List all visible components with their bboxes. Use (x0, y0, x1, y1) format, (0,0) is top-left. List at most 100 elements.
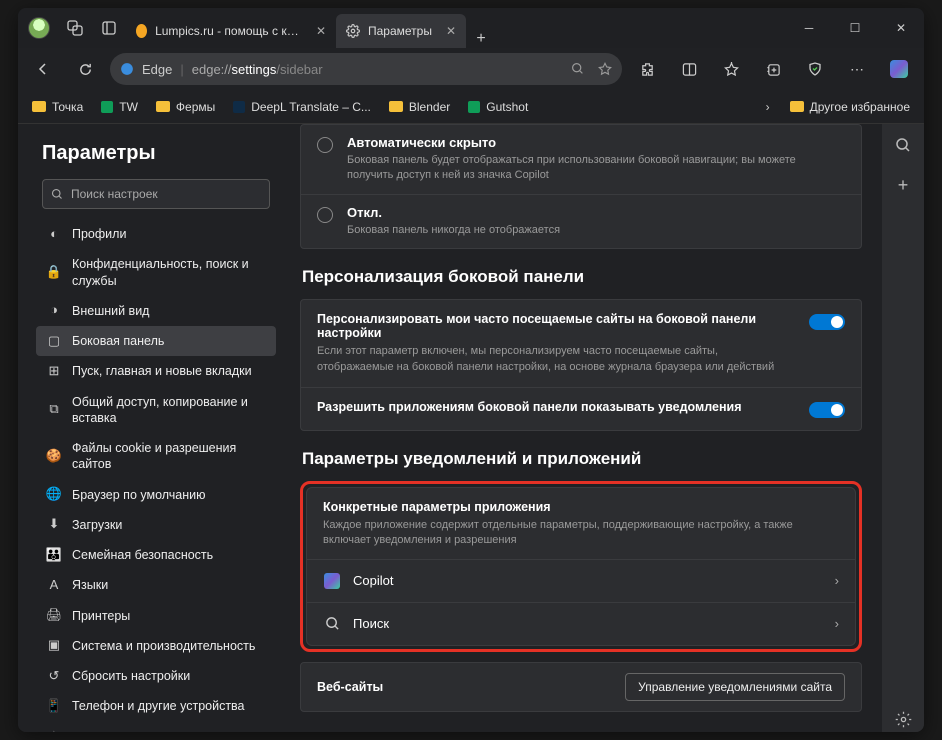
collections-icon[interactable] (756, 52, 790, 86)
close-window-button[interactable]: ✕ (878, 8, 924, 48)
window-controls: ─ ☐ ✕ (786, 8, 924, 48)
bookmark-label: Другое избранное (810, 100, 910, 114)
app-row-copilot[interactable]: Copilot › (307, 560, 855, 603)
nav-item-13[interactable]: ↺Сбросить настройки (36, 661, 276, 691)
maximize-button[interactable]: ☐ (832, 8, 878, 48)
more-menu-icon[interactable]: ⋯ (840, 52, 874, 86)
nav-item-6[interactable]: 🍪Файлы cookie и разрешения сайтов (36, 433, 276, 480)
minimize-button[interactable]: ─ (786, 8, 832, 48)
search-in-page-icon[interactable] (571, 62, 584, 76)
toggle-title: Персонализировать мои часто посещаемые с… (317, 312, 795, 340)
tab-lumpics[interactable]: Lumpics.ru - помощь с компьют… ✕ (126, 14, 336, 48)
new-tab-button[interactable]: + (466, 30, 496, 48)
nav-label: Браузер по умолчанию (72, 487, 266, 503)
bookmark-item[interactable]: Blender (383, 97, 456, 117)
split-screen-icon[interactable] (672, 52, 706, 86)
nav-item-9[interactable]: 👪Семейная безопасность (36, 540, 276, 570)
other-bookmarks[interactable]: Другое избранное (784, 97, 916, 117)
radio-desc: Боковая панель будет отображаться при ис… (347, 153, 845, 184)
close-icon[interactable]: ✕ (316, 24, 326, 38)
copilot-icon[interactable] (882, 52, 916, 86)
bookmark-item[interactable]: Точка (26, 97, 89, 117)
refresh-button[interactable] (68, 52, 102, 86)
nav-label: Специальные возможности (72, 729, 266, 733)
app-label: Поиск (353, 616, 389, 631)
nav-label: Загрузки (72, 517, 266, 533)
section-heading-personalize: Персонализация боковой панели (302, 267, 862, 287)
nav-item-12[interactable]: ▣Система и производительность (36, 631, 276, 661)
nav-item-8[interactable]: ⬇Загрузки (36, 510, 276, 540)
favorite-icon[interactable] (598, 62, 612, 76)
websites-label: Веб-сайты (317, 680, 625, 694)
address-bar[interactable]: Edge | edge://settings/sidebar (110, 53, 622, 85)
radio-icon (317, 207, 333, 223)
nav-item-7[interactable]: 🌐 Браузер по умолчанию (36, 480, 276, 510)
radio-auto-hide[interactable]: Автоматически скрыто Боковая панель буде… (301, 125, 861, 195)
nav-item-5[interactable]: ⧉ Общий доступ, копирование и вставка (36, 387, 276, 434)
radio-icon (317, 137, 333, 153)
extensions-icon[interactable] (630, 52, 664, 86)
app-row-search[interactable]: Поиск › (307, 603, 855, 645)
toggle-desc: Если этот параметр включен, мы персонали… (317, 344, 795, 375)
bookmark-item[interactable]: Gutshot (462, 97, 534, 117)
nav-icon: 🌐 (46, 487, 62, 503)
nav-item-3[interactable]: ▢Боковая панель (36, 326, 276, 356)
sidebar-add-icon[interactable]: + (890, 172, 916, 198)
close-icon[interactable]: ✕ (446, 24, 456, 38)
folder-icon (790, 101, 804, 112)
nav-label: Принтеры (72, 608, 266, 624)
settings-search-input[interactable]: Поиск настроек (42, 179, 270, 209)
folder-icon (389, 101, 403, 112)
specific-desc: Каждое приложение содержит отдельные пар… (323, 518, 839, 549)
brand-label: Edge (142, 62, 172, 77)
vertical-tabs-icon[interactable] (100, 19, 118, 37)
settings-sidebar: Параметры Поиск настроек ◐Профили🔒Конфид… (18, 124, 286, 732)
bookmarks-overflow-icon[interactable]: › (758, 100, 778, 114)
nav-icon: ⧉ (46, 402, 62, 418)
toggle-switch[interactable] (809, 314, 845, 330)
edge-sidebar: + (882, 124, 924, 732)
bookmark-item[interactable]: TW (95, 97, 144, 117)
tab-settings[interactable]: Параметры ✕ (336, 14, 466, 48)
nav-icon: ◑ (46, 303, 62, 319)
bookmark-label: TW (119, 100, 138, 114)
nav-icon: ✦ (46, 729, 62, 732)
tab-label: Lumpics.ru - помощь с компьют… (155, 24, 302, 38)
nav-item-1[interactable]: 🔒Конфиденциальность, поиск и службы (36, 249, 276, 296)
toolbar: Edge | edge://settings/sidebar ⋯ (18, 48, 924, 90)
manage-notifications-button[interactable]: Управление уведомлениями сайта (625, 673, 845, 701)
nav-item-11[interactable]: 🖨Принтеры (36, 601, 276, 631)
toggle-switch[interactable] (809, 402, 845, 418)
bookmark-item[interactable]: DeepL Translate – C... (227, 97, 377, 117)
search-icon (51, 188, 63, 200)
sidebar-settings-icon[interactable] (890, 706, 916, 732)
nav-icon: A (46, 577, 62, 593)
bookmark-item[interactable]: Фермы (150, 97, 221, 117)
nav-label: Общий доступ, копирование и вставка (72, 394, 266, 427)
browser-essentials-icon[interactable] (798, 52, 832, 86)
radio-off[interactable]: Откл. Боковая панель никогда не отобража… (301, 195, 861, 248)
nav-item-0[interactable]: ◐Профили (36, 219, 276, 249)
nav-item-10[interactable]: AЯзыки (36, 570, 276, 600)
nav-icon: ▢ (46, 333, 62, 349)
nav-label: Конфиденциальность, поиск и службы (72, 256, 266, 289)
url-path: /sidebar (276, 62, 322, 77)
sidebar-search-icon[interactable] (890, 132, 916, 158)
edge-icon (120, 62, 134, 76)
nav-item-2[interactable]: ◑Внешний вид (36, 296, 276, 326)
nav-item-4[interactable]: ⊞Пуск, главная и новые вкладки (36, 356, 276, 386)
specific-title: Конкретные параметры приложения (323, 500, 839, 514)
back-button[interactable] (26, 52, 60, 86)
nav-label: Пуск, главная и новые вкладки (72, 363, 266, 379)
bookmark-label: Blender (409, 100, 450, 114)
favorites-icon[interactable] (714, 52, 748, 86)
nav-item-15[interactable]: ✦ Специальные возможности (36, 722, 276, 733)
search-icon (323, 615, 341, 633)
workspaces-icon[interactable] (66, 19, 84, 37)
nav-item-14[interactable]: 📱Телефон и другие устройства (36, 691, 276, 721)
nav-icon: 🍪 (46, 448, 62, 464)
profile-avatar[interactable] (28, 17, 50, 39)
folder-icon (32, 101, 46, 112)
highlighted-apps-card: Конкретные параметры приложения Каждое п… (300, 481, 862, 652)
websites-card: Веб-сайты Управление уведомлениями сайта (300, 662, 862, 712)
